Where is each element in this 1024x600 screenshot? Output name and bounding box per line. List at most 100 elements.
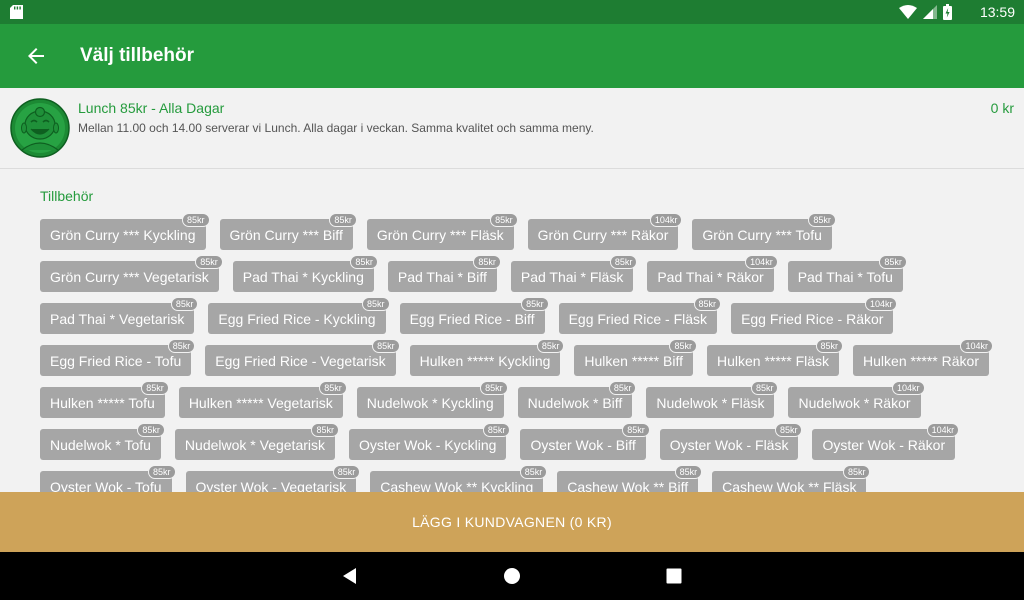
option-chip[interactable]: Oyster Wok - Fläsk 85kr: [659, 423, 803, 460]
option-label: Hulken ***** Tofu: [50, 395, 155, 411]
option-chip[interactable]: Pad Thai * Biff 85kr: [387, 255, 501, 292]
option-chip[interactable]: Grön Curry *** Räkor 104kr: [527, 213, 683, 250]
option-chip[interactable]: Oyster Wok - Biff 85kr: [520, 423, 650, 460]
price-badge: 104kr: [926, 423, 960, 437]
price-badge: 85kr: [669, 339, 697, 353]
option-chip[interactable]: Nudelwok * Kyckling 85kr: [356, 381, 508, 418]
wifi-icon: [899, 5, 917, 19]
option-chip[interactable]: Grön Curry *** Kyckling 85kr: [40, 213, 210, 250]
status-icons: [899, 4, 952, 20]
price-badge: 85kr: [350, 255, 378, 269]
option-chip[interactable]: Egg Fried Rice - Fläsk 85kr: [558, 297, 722, 334]
option-chip[interactable]: Hulken ***** Räkor 104kr: [853, 339, 993, 376]
option-chip[interactable]: Oyster Wok - Kyckling 85kr: [349, 423, 511, 460]
price-badge: 85kr: [774, 423, 803, 437]
option-chip[interactable]: Hulken ***** Tofu 85kr: [40, 381, 169, 418]
arrow-back-icon[interactable]: [24, 44, 48, 68]
option-label: Pad Thai * Fläsk: [520, 269, 624, 285]
app-bar: Välj tillbehör: [0, 24, 1024, 88]
option-chip[interactable]: Oyster Wok - Vegetarisk 85kr: [185, 465, 361, 492]
clock: 13:59: [979, 4, 1015, 20]
option-label: Egg Fried Rice - Räkor: [741, 311, 884, 327]
price-badge: 85kr: [482, 423, 511, 437]
restaurant-logo: [10, 98, 70, 158]
option-chip[interactable]: Cashew Wok ** Biff 85kr: [557, 465, 703, 492]
price-badge: 85kr: [141, 381, 169, 395]
option-chip[interactable]: Nudelwok * Räkor 104kr: [788, 381, 925, 418]
option-chip[interactable]: Pad Thai * Kyckling 85kr: [232, 255, 378, 292]
price-badge: 85kr: [480, 381, 508, 395]
option-chip[interactable]: Cashew Wok ** Fläsk 85kr: [712, 465, 871, 492]
price-badge: 85kr: [170, 297, 199, 311]
option-chip[interactable]: Hulken ***** Vegetarisk 85kr: [178, 381, 347, 418]
price-badge: 85kr: [311, 423, 339, 437]
product-header: Lunch 85kr - Alla Dagar Mellan 11.00 och…: [0, 88, 1024, 169]
product-description: Mellan 11.00 och 14.00 serverar vi Lunch…: [78, 121, 594, 135]
option-label: Oyster Wok - Vegetarisk: [195, 479, 347, 492]
option-chip[interactable]: Pad Thai * Vegetarisk 85kr: [40, 297, 199, 334]
option-chip[interactable]: Hulken ***** Biff 85kr: [574, 339, 697, 376]
option-chip[interactable]: Oyster Wok - Räkor 104kr: [812, 423, 960, 460]
option-label: Nudelwok * Tofu: [50, 437, 151, 453]
nav-home-icon[interactable]: [503, 567, 521, 585]
price-badge: 85kr: [332, 465, 361, 479]
option-chip[interactable]: Grön Curry *** Vegetarisk 85kr: [40, 255, 223, 292]
option-label: Hulken ***** Biff: [584, 353, 683, 369]
option-chip[interactable]: Grön Curry *** Biff 85kr: [219, 213, 357, 250]
option-label: Nudelwok * Kyckling: [366, 395, 494, 411]
option-chip[interactable]: Nudelwok * Fläsk 85kr: [646, 381, 779, 418]
status-bar: 13:59: [0, 0, 1024, 24]
option-chip[interactable]: Grön Curry *** Tofu 85kr: [692, 213, 836, 250]
price-badge: 85kr: [372, 339, 400, 353]
option-chip[interactable]: Nudelwok * Vegetarisk 85kr: [174, 423, 339, 460]
option-chip[interactable]: Pad Thai * Räkor 104kr: [647, 255, 778, 292]
price-badge: 85kr: [622, 423, 650, 437]
option-chip[interactable]: Oyster Wok - Tofu 85kr: [40, 465, 176, 492]
option-label: Grön Curry *** Biff: [229, 227, 343, 243]
price-badge: 85kr: [490, 213, 518, 227]
option-label: Grön Curry *** Kyckling: [50, 227, 196, 243]
nav-recents-icon[interactable]: [665, 567, 683, 585]
battery-icon: [943, 4, 952, 20]
option-label: Grön Curry *** Tofu: [702, 227, 822, 243]
option-chip[interactable]: Egg Fried Rice - Biff 85kr: [399, 297, 549, 334]
option-chip[interactable]: Pad Thai * Tofu 85kr: [787, 255, 907, 292]
option-chip[interactable]: Egg Fried Rice - Kyckling 85kr: [208, 297, 390, 334]
sd-card-icon: [10, 5, 23, 19]
price-badge: 85kr: [319, 381, 347, 395]
option-label: Hulken ***** Fläsk: [716, 353, 830, 369]
option-chip[interactable]: Hulken ***** Fläsk 85kr: [706, 339, 844, 376]
price-badge: 85kr: [608, 381, 637, 395]
option-chip-list: Grön Curry *** Kyckling 85kr Grön Curry **…: [40, 213, 1000, 492]
option-chip[interactable]: Nudelwok * Biff 85kr: [517, 381, 637, 418]
price-badge: 104kr: [892, 381, 925, 395]
option-chip[interactable]: Egg Fried Rice - Tofu 85kr: [40, 339, 196, 376]
option-chip[interactable]: Grön Curry *** Fläsk 85kr: [366, 213, 518, 250]
option-label: Egg Fried Rice - Kyckling: [218, 311, 376, 327]
price-badge: 85kr: [362, 297, 390, 311]
option-label: Pad Thai * Tofu: [797, 269, 893, 285]
option-label: Oyster Wok - Räkor: [822, 437, 946, 453]
option-chip[interactable]: Cashew Wok ** Kyckling 85kr: [370, 465, 548, 492]
option-chip[interactable]: Nudelwok * Tofu 85kr: [40, 423, 165, 460]
option-label: Nudelwok * Fläsk: [656, 395, 765, 411]
option-chip[interactable]: Pad Thai * Fläsk 85kr: [510, 255, 638, 292]
option-label: Egg Fried Rice - Tofu: [50, 353, 182, 369]
option-label: Pad Thai * Vegetarisk: [50, 311, 185, 327]
price-badge: 85kr: [473, 255, 501, 269]
product-name: Lunch 85kr - Alla Dagar: [78, 100, 225, 116]
add-to-cart-button[interactable]: LÄGG I KUNDVAGNEN (0 KR): [0, 492, 1024, 552]
price-badge: 85kr: [750, 381, 779, 395]
option-label: Egg Fried Rice - Fläsk: [568, 311, 708, 327]
option-chip[interactable]: Hulken ***** Kyckling 85kr: [409, 339, 565, 376]
product-price: 0 kr: [990, 100, 1014, 116]
nav-back-icon[interactable]: [341, 567, 359, 585]
option-chip[interactable]: Egg Fried Rice - Räkor 104kr: [731, 297, 898, 334]
price-badge: 85kr: [842, 465, 871, 479]
option-chip[interactable]: Egg Fried Rice - Vegetarisk 85kr: [205, 339, 400, 376]
option-label: Egg Fried Rice - Vegetarisk: [215, 353, 386, 369]
signal-icon: [923, 5, 937, 19]
price-badge: 85kr: [674, 465, 703, 479]
options-heading: Tillbehör: [40, 188, 94, 204]
option-label: Pad Thai * Kyckling: [242, 269, 364, 285]
